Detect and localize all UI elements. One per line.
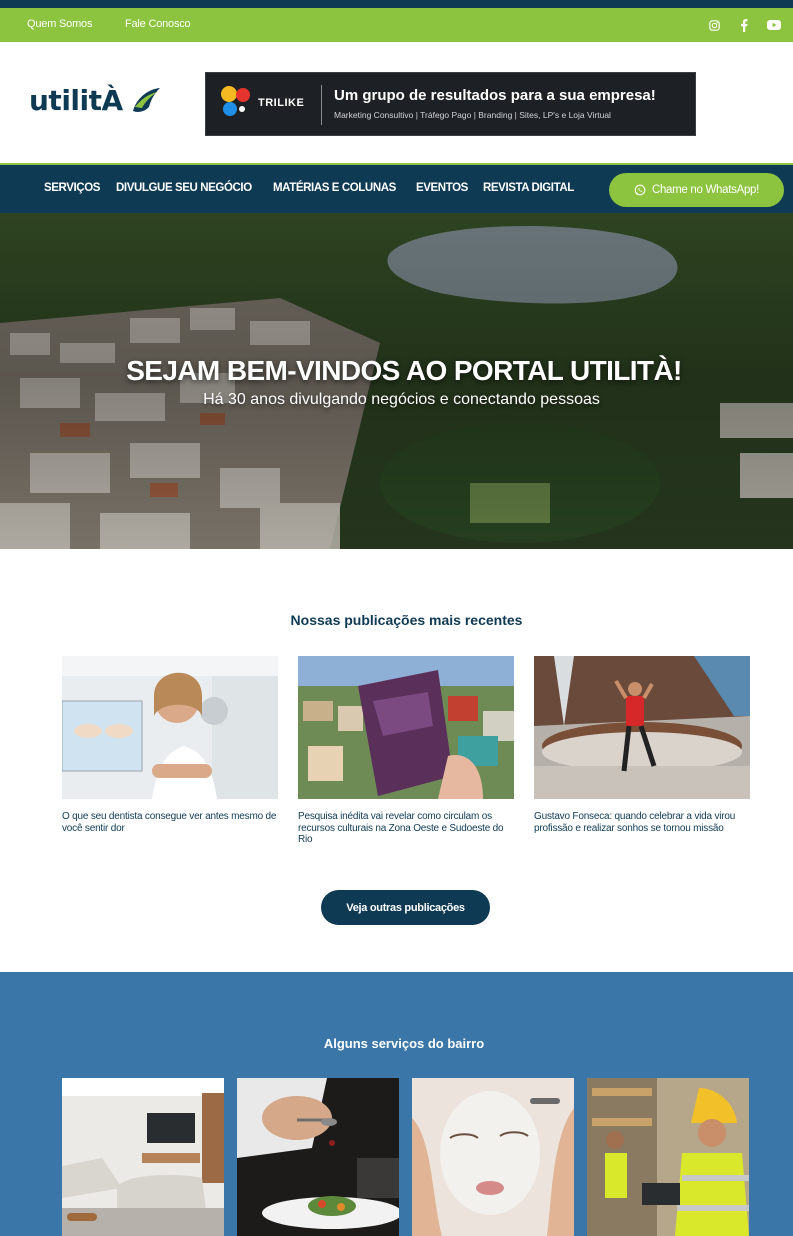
nav-item-divulgue[interactable]: DIVULGUE SEU NEGÓCIO [116, 182, 252, 194]
publication-image-dentist[interactable] [62, 656, 278, 799]
publication-title-3[interactable]: Gustavo Fonseca: quando celebrar a vida … [534, 811, 752, 834]
instagram-icon[interactable] [707, 16, 721, 34]
publication-title-1[interactable]: O que seu dentista consegue ver antes me… [62, 811, 280, 834]
main-nav: SERVIÇOS DIVULGUE SEU NEGÓCIO MATÉRIAS E… [0, 163, 793, 213]
banner-divider [321, 85, 322, 125]
trilike-logo-icon [221, 86, 250, 116]
nav-item-revista[interactable]: REVISTA DIGITAL [483, 182, 574, 194]
top-strip [0, 0, 793, 8]
hero-subtitle: Há 30 anos divulgando negócios e conecta… [203, 391, 600, 408]
facebook-icon[interactable] [737, 16, 751, 34]
service-card-gastronomy[interactable] [237, 1078, 399, 1236]
more-publications-button[interactable]: Veja outras publicações [321, 890, 490, 925]
fale-conosco-link[interactable]: Fale Conosco [125, 18, 191, 30]
whatsapp-icon [634, 184, 646, 196]
nav-item-materias[interactable]: MATÉRIAS E COLUNAS [273, 182, 396, 194]
site-logo[interactable]: utilitÀ [29, 80, 161, 120]
publication-title-2[interactable]: Pesquisa inédita vai revelar como circul… [298, 811, 516, 846]
service-card-logistics[interactable] [587, 1078, 749, 1236]
publications-title: Nossas publicações mais recentes [290, 612, 523, 628]
top-bar: Quem Somos Fale Conosco [0, 8, 793, 42]
logo-wordmark: utilitÀ [29, 83, 123, 117]
nav-item-eventos[interactable]: EVENTOS [416, 182, 468, 194]
youtube-icon[interactable] [766, 16, 782, 34]
banner-subline: Marketing Consultivo | Tráfego Pago | Br… [334, 110, 611, 120]
whatsapp-label: Chame no WhatsApp! [651, 184, 760, 196]
services-title: Alguns serviços do bairro [323, 1036, 485, 1051]
whatsapp-button[interactable]: Chame no WhatsApp! [609, 173, 784, 207]
publication-image-culture[interactable] [298, 656, 514, 799]
publication-image-gustavo[interactable] [534, 656, 750, 799]
logo-leaf-icon [132, 88, 160, 112]
hero-banner: SEJAM BEM-VINDOS AO PORTAL UTILITÀ! Há 3… [0, 213, 793, 549]
nav-item-servicos[interactable]: SERVIÇOS [44, 182, 100, 194]
hero-title: SEJAM BEM-VINDOS AO PORTAL UTILITÀ! [126, 355, 682, 386]
trilike-ad-banner[interactable]: TRILIKE Um grupo de resultados para a su… [205, 72, 696, 136]
banner-brand: TRILIKE [258, 97, 305, 109]
service-card-interiors[interactable] [62, 1078, 224, 1236]
quem-somos-link[interactable]: Quem Somos [27, 18, 92, 30]
service-card-aesthetics[interactable] [412, 1078, 574, 1236]
banner-headline: Um grupo de resultados para a sua empres… [334, 87, 656, 104]
services-section: Alguns serviços do bairro [0, 972, 793, 1236]
